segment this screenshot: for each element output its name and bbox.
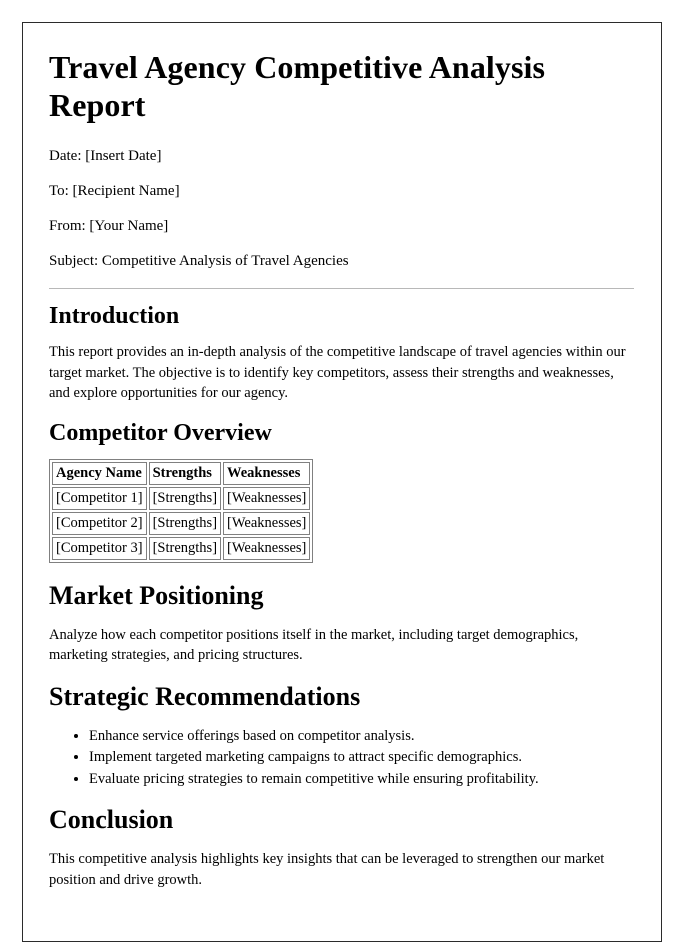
heading-introduction: Introduction bbox=[49, 302, 180, 329]
table-body: [Competitor 1] [Strengths] [Weaknesses] … bbox=[52, 487, 311, 560]
table-row: [Competitor 1] [Strengths] [Weaknesses] bbox=[52, 487, 311, 511]
paragraph-market-positioning: Analyze how each competitor positions it… bbox=[49, 626, 579, 664]
list-item: Enhance service offerings based on compe… bbox=[89, 726, 633, 747]
heading-market-positioning: Market Positioning bbox=[49, 580, 264, 610]
list-item: Implement targeted marketing campaigns t… bbox=[89, 747, 633, 768]
table-head: Agency Name Strengths Weaknesses bbox=[52, 462, 311, 486]
column-header-agency-name: Agency Name bbox=[52, 462, 147, 486]
cell-strengths: [Strengths] bbox=[148, 512, 222, 535]
meta-subject: Subject: Competitive Analysis of Travel … bbox=[49, 252, 349, 269]
heading-competitor-overview: Competitor Overview bbox=[49, 419, 272, 446]
table-row: [Competitor 3] [Strengths] [Weaknesses] bbox=[52, 536, 311, 560]
paragraph-conclusion: This competitive analysis highlights key… bbox=[49, 851, 605, 888]
column-header-strengths: Strengths bbox=[148, 462, 222, 486]
table-row: [Competitor 2] [Strengths] [Weaknesses] bbox=[52, 512, 311, 535]
cell-agency-name: [Competitor 3] bbox=[52, 536, 147, 560]
cell-weaknesses: [Weaknesses] bbox=[223, 487, 311, 511]
recommendation-list: Enhance service offerings based on compe… bbox=[49, 726, 633, 790]
document-page: Travel Agency Competitive Analysis Repor… bbox=[22, 22, 662, 942]
page-title: Travel Agency Competitive Analysis Repor… bbox=[49, 49, 546, 123]
cell-agency-name: [Competitor 1] bbox=[52, 487, 147, 511]
column-header-weaknesses: Weaknesses bbox=[223, 462, 311, 486]
meta-date: Date: [Insert Date] bbox=[49, 147, 162, 164]
competitor-table: Agency Name Strengths Weaknesses [Compet… bbox=[49, 459, 314, 563]
table-header-row: Agency Name Strengths Weaknesses bbox=[52, 462, 311, 486]
list-item: Evaluate pricing strategies to remain co… bbox=[89, 769, 633, 790]
meta-recipient: To: [Recipient Name] bbox=[49, 182, 180, 199]
cell-strengths: [Strengths] bbox=[148, 487, 222, 511]
paragraph-introduction: This report provides an in-depth analysi… bbox=[49, 344, 626, 402]
heading-conclusion: Conclusion bbox=[49, 805, 174, 835]
cell-agency-name: [Competitor 2] bbox=[52, 512, 147, 535]
cell-strengths: [Strengths] bbox=[148, 536, 222, 560]
cell-weaknesses: [Weaknesses] bbox=[223, 536, 311, 560]
heading-strategic-recommendations: Strategic Recommendations bbox=[49, 681, 361, 711]
document-body: Travel Agency Competitive Analysis Repor… bbox=[23, 23, 661, 891]
meta-sender: From: [Your Name] bbox=[49, 217, 169, 234]
header-divider bbox=[49, 287, 634, 289]
cell-weaknesses: [Weaknesses] bbox=[223, 512, 311, 535]
